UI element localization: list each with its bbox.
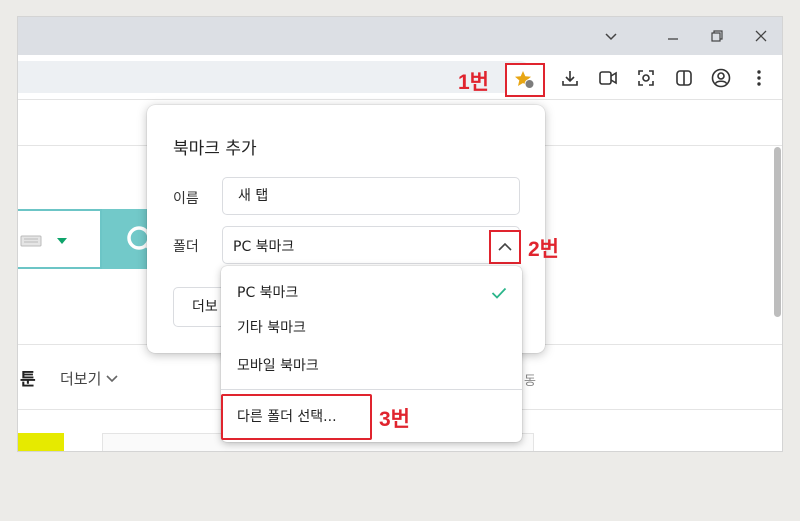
annotation-step3: 3번 [379,408,410,431]
folder-option-mobile-bookmarks[interactable]: 모바일 북마크 [221,347,522,385]
keyboard-icon [20,235,42,247]
folder-option-label: 기타 북마크 [237,320,306,336]
caret-down-icon[interactable] [56,237,68,245]
more-link-label: 더보기 [60,370,102,388]
partial-text: 동 [524,374,536,389]
bookmark-star-button[interactable] [505,63,545,97]
annotation-step2: 2번 [528,238,559,261]
kebab-menu-icon[interactable] [744,63,774,93]
name-label: 이름 [173,191,199,207]
annotation-step1: 1번 [458,71,489,94]
browser-toolbar: 1번 [18,55,782,100]
folder-expand-button[interactable] [489,230,521,264]
bookmark-star-icon [515,71,535,89]
chevron-down-icon [106,375,118,383]
tab-search-chevron-icon[interactable] [596,23,626,49]
minimize-icon[interactable] [658,23,688,49]
page-scrollbar[interactable] [774,147,781,317]
folder-select-value: PC 북마크 [233,239,295,255]
folder-label: 폴더 [173,239,199,255]
yellow-banner [18,433,64,451]
section-heading: 툰 [20,370,36,390]
choose-other-folder-option[interactable]: 다른 폴더 선택... [221,394,372,440]
restore-icon[interactable] [702,23,732,49]
folder-option-label: 모바일 북마크 [237,358,319,374]
title-bar [18,17,782,55]
close-icon[interactable] [746,23,776,49]
folder-option-other-bookmarks[interactable]: 기타 북마크 [221,309,522,347]
dialog-title: 북마크 추가 [173,139,257,159]
download-icon[interactable] [555,63,585,93]
video-camera-icon[interactable] [593,63,623,93]
folder-option-pc-bookmarks[interactable]: PC 북마크 [221,274,522,312]
chevron-up-icon [498,242,512,251]
folder-option-label: PC 북마크 [237,285,299,301]
screenshot-icon[interactable] [631,63,661,93]
more-link[interactable]: 더보기 [60,368,118,389]
profile-icon[interactable] [706,63,736,93]
search-input[interactable] [18,209,102,269]
dropdown-divider [221,389,522,390]
folder-select[interactable]: PC 북마크 [222,226,520,264]
checkmark-icon [491,287,507,299]
split-view-icon[interactable] [669,63,699,93]
bookmark-name-input[interactable]: 새 탭 [222,177,520,215]
